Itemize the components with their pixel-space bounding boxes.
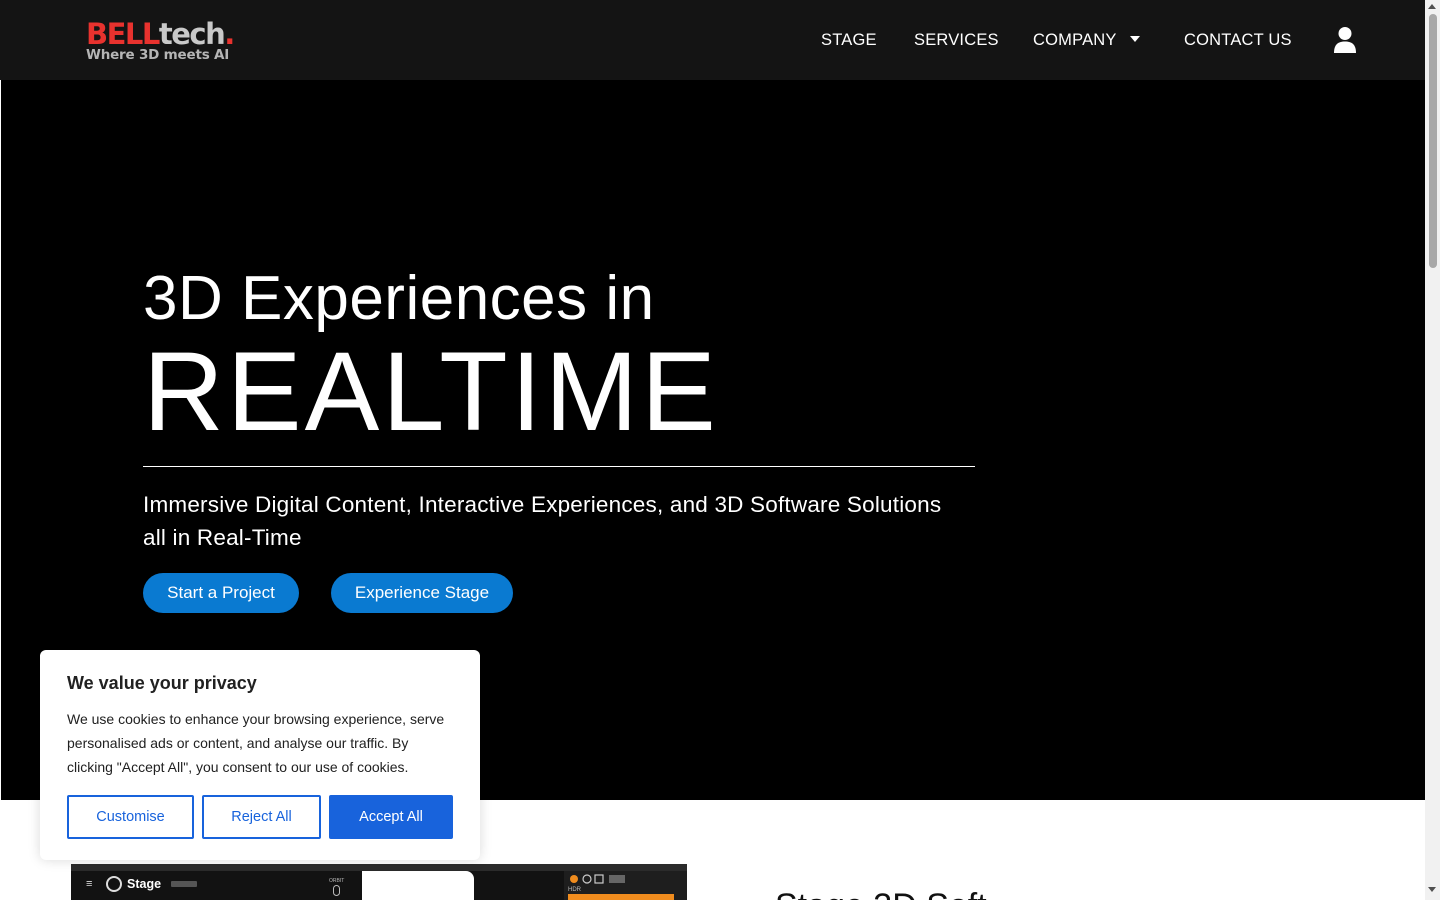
preview-orbit-label: ORBIT xyxy=(329,878,345,884)
scroll-down-arrow-icon[interactable] xyxy=(1428,887,1436,892)
preview-app-name: Stage xyxy=(127,877,162,891)
chevron-down-icon[interactable] xyxy=(1130,36,1140,42)
preview-title-bar xyxy=(71,864,687,871)
reject-all-button[interactable]: Reject All xyxy=(202,795,321,839)
preview-viewport xyxy=(362,871,474,900)
preview-hdr-label: HDR xyxy=(568,887,581,893)
stage-app-preview-image: ≡ Stage ORBIT HDR xyxy=(71,864,687,900)
site-header: BELLtech. Where 3D meets AI STAGE SERVIC… xyxy=(0,0,1425,80)
nav-item-stage[interactable]: STAGE xyxy=(821,30,877,50)
belltech-logo[interactable]: BELLtech. Where 3D meets AI xyxy=(86,18,246,64)
menu-icon: ≡ xyxy=(86,878,93,890)
stage-logo-icon xyxy=(106,876,122,892)
preview-toolbar-icons xyxy=(570,874,625,884)
cookie-description: We use cookies to enhance your browsing … xyxy=(67,711,445,775)
preview-highlight-row xyxy=(568,894,674,900)
start-project-button[interactable]: Start a Project xyxy=(143,573,299,613)
preview-badge xyxy=(171,881,197,887)
hero-heading-line2: REALTIME xyxy=(143,329,719,454)
scroll-up-arrow-icon[interactable] xyxy=(1428,4,1436,9)
mouse-icon xyxy=(333,885,340,896)
hero-subtitle: Immersive Digital Content, Interactive E… xyxy=(143,492,942,550)
logo-wordmark: BELLtech. xyxy=(86,17,235,51)
cookie-consent-banner: We value your privacy We use cookies to … xyxy=(40,650,480,860)
section-heading: Stage 3D Soft xyxy=(775,886,987,900)
cookie-title: We value your privacy xyxy=(67,673,257,693)
scrollbar-thumb[interactable] xyxy=(1429,14,1437,268)
nav-item-contact-us[interactable]: CONTACT US xyxy=(1184,30,1292,50)
hero-divider xyxy=(143,466,975,467)
accept-all-button[interactable]: Accept All xyxy=(329,795,453,839)
experience-stage-button[interactable]: Experience Stage xyxy=(331,573,513,613)
hero-heading-line1: 3D Experiences in xyxy=(143,264,655,333)
logo-tagline: Where 3D meets AI xyxy=(86,47,230,63)
nav-item-services[interactable]: SERVICES xyxy=(914,30,999,50)
customise-button[interactable]: Customise xyxy=(67,795,194,839)
user-icon[interactable] xyxy=(1333,26,1357,54)
nav-item-company[interactable]: COMPANY xyxy=(1033,30,1117,50)
